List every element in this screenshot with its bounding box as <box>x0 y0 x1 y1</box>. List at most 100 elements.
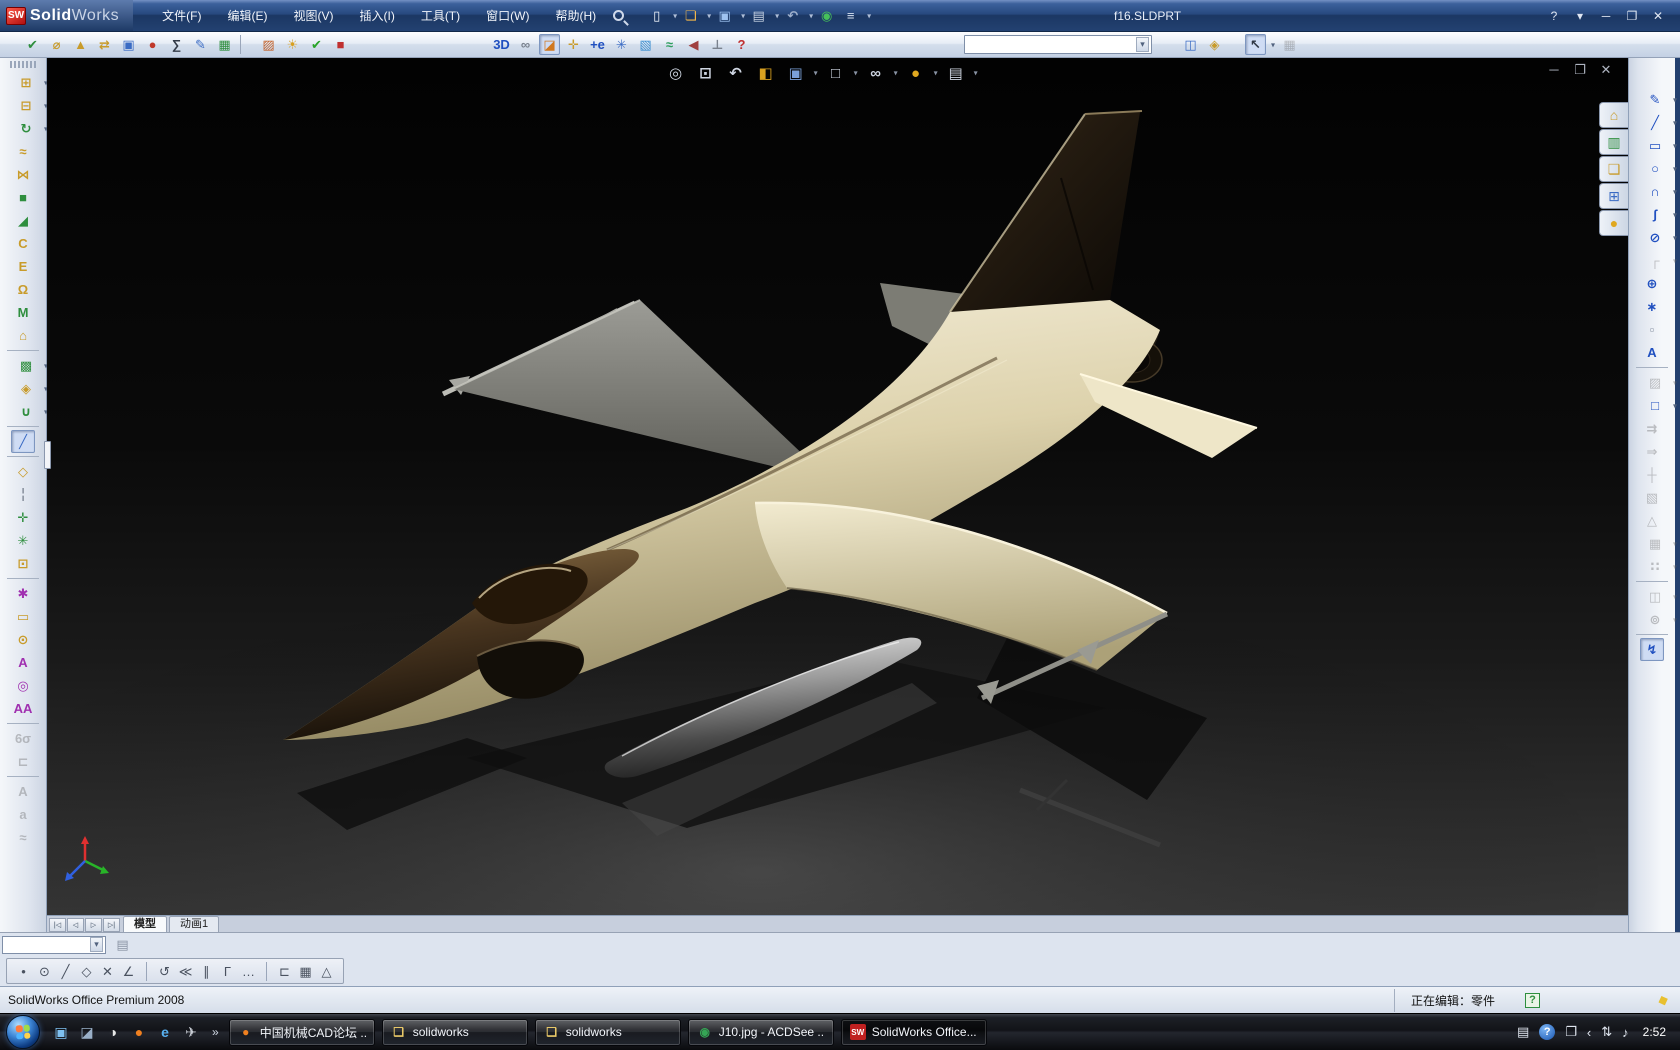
center-snap-icon[interactable]: ⊙ <box>34 961 55 982</box>
sketch-text-icon[interactable]: A <box>1640 341 1664 364</box>
hatch-icon[interactable]: ▨ <box>1643 371 1667 394</box>
next-tab-button[interactable]: ▷ <box>85 918 102 932</box>
dome-icon[interactable]: ⌂ <box>11 324 35 347</box>
swept-boss-icon[interactable]: ≈ <box>11 140 35 163</box>
weld-symbol-icon[interactable]: ⊏ <box>11 750 35 773</box>
note-icon[interactable]: ▭ <box>11 605 35 628</box>
undo-icon[interactable]: ↶ <box>782 5 803 26</box>
sketch-icon[interactable]: ✎ <box>1643 88 1667 111</box>
taskbar-button-solidworks-folder-2[interactable]: ❏ solidworks <box>535 1019 681 1046</box>
restore-button[interactable]: ❐ <box>1622 9 1642 23</box>
ie-quick-icon[interactable]: e <box>154 1021 176 1043</box>
measure-icon[interactable]: ⌀ <box>46 34 67 55</box>
zoom-fit-icon[interactable]: ◎ <box>664 61 688 85</box>
tile-windows-icon[interactable]: ◫ <box>1180 34 1201 55</box>
instant3d-icon[interactable]: ↯ <box>1640 638 1664 661</box>
reference-point-icon[interactable]: ✳ <box>11 529 35 552</box>
sound-icon[interactable]: ◀ <box>683 34 704 55</box>
media-player-icon[interactable]: ◑ <box>102 1021 124 1043</box>
remote-desktop-icon[interactable]: ◪ <box>76 1021 98 1043</box>
child-restore-button[interactable]: ❐ <box>1572 62 1588 78</box>
bottom-combobox[interactable]: ▾ <box>2 936 106 954</box>
hide-show-items-icon[interactable]: ∞ <box>864 61 888 85</box>
dimension-axes-icon[interactable]: ✛ <box>563 34 584 55</box>
convert-entities-icon[interactable]: ⇉ <box>1640 417 1664 440</box>
shell-icon[interactable]: C <box>11 232 35 255</box>
menu-view[interactable]: 视图(V) <box>280 4 346 27</box>
intersection-snap-icon[interactable]: ✕ <box>97 961 118 982</box>
chain-icon[interactable]: ∞ <box>515 34 536 55</box>
command-manager-icon[interactable]: ≡ <box>840 5 861 26</box>
design-table-icon[interactable]: ▦ <box>214 34 235 55</box>
show-desktop-icon[interactable]: ▣ <box>50 1021 72 1043</box>
axis-icon[interactable]: ╎ <box>11 483 35 506</box>
new-icon[interactable]: ▯ <box>646 5 667 26</box>
lights-icon[interactable]: ☀ <box>282 34 303 55</box>
rib-icon[interactable]: E <box>11 255 35 278</box>
quick-tips-icon[interactable] <box>613 10 624 21</box>
isometric-view-icon[interactable]: ◈ <box>1204 34 1225 55</box>
sketch-point-icon[interactable]: ∗ <box>1640 295 1664 318</box>
prev-tab-button[interactable]: ◁ <box>67 918 84 932</box>
design-checker-icon[interactable]: ▣ <box>118 34 139 55</box>
status-help-icon[interactable]: ? <box>1525 993 1540 1008</box>
grid-system-icon[interactable]: ▦ <box>1279 34 1300 55</box>
bottom-combobox-arrow-icon[interactable]: ▾ <box>90 937 103 952</box>
close-button[interactable]: ✕ <box>1648 9 1668 23</box>
sketch-fillet-icon[interactable]: ┌ <box>1643 249 1667 272</box>
annotation-a-icon[interactable]: A <box>11 780 35 803</box>
datum-feature-icon[interactable]: A <box>11 651 35 674</box>
status-tag-icon[interactable]: ◆ <box>1656 991 1671 1009</box>
open-icon[interactable]: ❏ <box>680 5 701 26</box>
view-cube-icon[interactable]: ◪ <box>539 34 560 55</box>
orientation-cube-icon[interactable]: □ <box>1643 394 1667 417</box>
resources-home-icon[interactable]: ⌂ <box>1599 102 1628 128</box>
circular-sketch-pattern-icon[interactable]: ∷ <box>1643 555 1667 578</box>
view-palette-icon[interactable]: ⊞ <box>1599 183 1628 209</box>
fastener-icon[interactable]: ⊥ <box>707 34 728 55</box>
help-button[interactable]: ? <box>1544 9 1564 23</box>
combobox-arrow-icon[interactable]: ▾ <box>1136 37 1149 52</box>
tab-animation1[interactable]: 动画1 <box>169 916 219 932</box>
mate-reference-icon[interactable]: ⊡ <box>11 552 35 575</box>
perpendicular-snap-icon[interactable]: Γ <box>217 961 238 982</box>
move-copy-icon[interactable]: ⇄ <box>94 34 115 55</box>
menu-window[interactable]: 窗口(W) <box>473 4 542 27</box>
verification-icon[interactable]: ✔ <box>306 34 327 55</box>
layers-icon[interactable]: ▤ <box>112 934 133 955</box>
toolbar-combobox[interactable]: ▾ <box>964 35 1152 54</box>
measure-tool-icon[interactable]: ╱ <box>11 430 35 453</box>
equations-icon[interactable]: ∑ <box>166 34 187 55</box>
display-style-icon[interactable]: □ <box>824 61 848 85</box>
angle-grid-icon[interactable]: △ <box>316 961 337 982</box>
smart-dimension-icon[interactable]: ✱ <box>11 582 35 605</box>
find-references-icon[interactable]: ? <box>731 34 752 55</box>
file-explorer-icon[interactable]: ❏ <box>1599 156 1628 182</box>
help-arrow-icon[interactable]: ▾ <box>1570 9 1590 23</box>
compress-icon[interactable]: ≈ <box>11 826 35 849</box>
print-icon[interactable]: ▤ <box>748 5 769 26</box>
ellipse-icon[interactable]: ⊘ <box>1643 226 1667 249</box>
quadrant-snap-icon[interactable]: ◇ <box>76 961 97 982</box>
material-icon[interactable]: ■ <box>330 34 351 55</box>
tab-model[interactable]: 模型 <box>123 916 167 932</box>
design-library-icon[interactable]: ▥ <box>1599 129 1628 155</box>
firefox-quick-icon[interactable]: ● <box>128 1021 150 1043</box>
scheduler-icon[interactable]: ● <box>142 34 163 55</box>
balloon-icon[interactable]: ⊙ <box>11 628 35 651</box>
nearest-snap-icon[interactable]: ≪ <box>175 961 196 982</box>
spell-check-icon[interactable]: ✔ <box>22 34 43 55</box>
menu-help[interactable]: 帮助(H) <box>542 4 609 27</box>
child-close-button[interactable]: ✕ <box>1598 62 1614 78</box>
plane-icon[interactable]: ◇ <box>11 460 35 483</box>
length-snap-icon[interactable]: ⊏ <box>274 961 295 982</box>
circular-tool-icon[interactable]: ⊚ <box>1643 608 1667 631</box>
parallel-snap-icon[interactable]: ∥ <box>196 961 217 982</box>
tangent-snap-icon[interactable]: ↺ <box>154 961 175 982</box>
sketch-picture-icon[interactable]: ▧ <box>635 34 656 55</box>
child-minimize-button[interactable]: ─ <box>1546 62 1562 78</box>
point-snap-icon[interactable]: • <box>13 961 34 982</box>
grid-snap-icon[interactable]: ▦ <box>295 961 316 982</box>
keyboard-tray-icon[interactable]: ▤ <box>1517 1024 1529 1040</box>
wrap-icon[interactable]: M <box>11 301 35 324</box>
